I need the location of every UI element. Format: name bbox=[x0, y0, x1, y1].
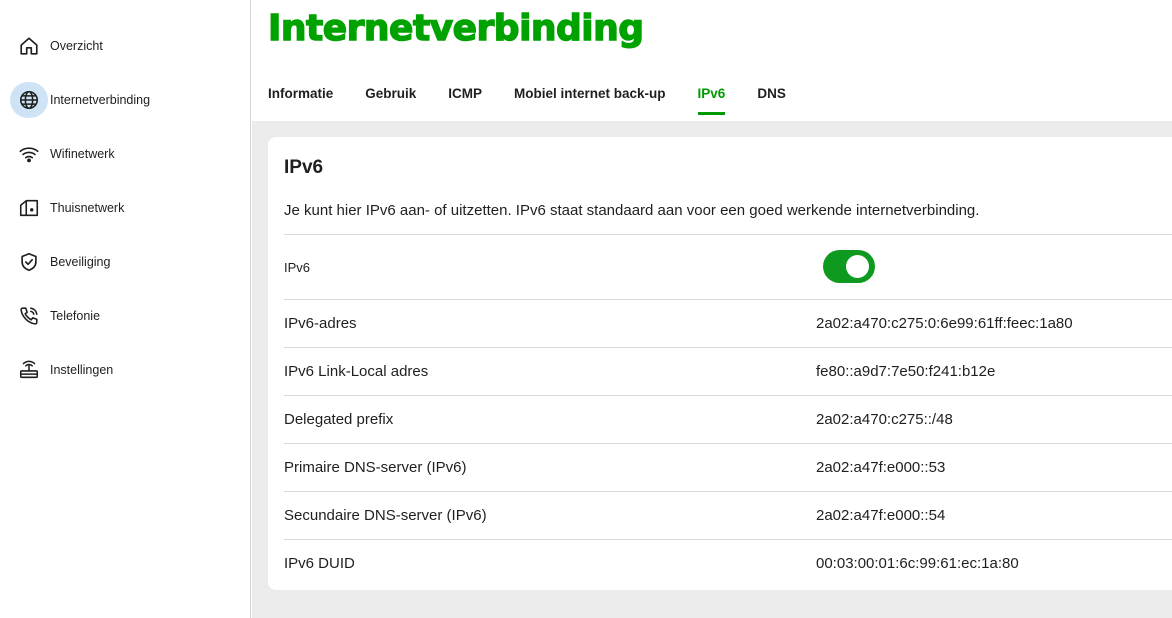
info-row-delegated-prefix: Delegated prefix 2a02:a470:c275::/48 bbox=[284, 395, 1172, 443]
sidebar-item-wifinetwerk[interactable]: Wifinetwerk bbox=[10, 136, 115, 172]
sidebar-item-overzicht[interactable]: Overzicht bbox=[10, 28, 103, 64]
shield-check-icon bbox=[10, 244, 48, 280]
info-row-secondary-dns: Secundaire DNS-server (IPv6) 2a02:a47f:e… bbox=[284, 491, 1172, 539]
tab-dns[interactable]: DNS bbox=[757, 86, 786, 115]
sidebar-item-label: Beveiliging bbox=[50, 255, 111, 269]
sidebar-item-internetverbinding[interactable]: Internetverbinding bbox=[10, 82, 150, 118]
wifi-icon bbox=[10, 136, 48, 172]
ipv6-info-list: IPv6 IPv6-adres 2a02:a470:c275:0:6e99:61… bbox=[284, 234, 1172, 587]
house-network-icon bbox=[10, 190, 48, 226]
tab-bar: Informatie Gebruik ICMP Mobiel internet … bbox=[268, 86, 818, 115]
info-label: IPv6 DUID bbox=[284, 555, 355, 572]
info-row-link-local: IPv6 Link-Local adres fe80::a9d7:7e50:f2… bbox=[284, 347, 1172, 395]
info-row-ipv6-adres: IPv6-adres 2a02:a470:c275:0:6e99:61ff:fe… bbox=[284, 299, 1172, 347]
info-value: 00:03:00:01:6c:99:61:ec:1a:80 bbox=[816, 555, 1019, 572]
tab-ipv6[interactable]: IPv6 bbox=[697, 86, 725, 115]
sidebar-item-telefonie[interactable]: Telefonie bbox=[10, 298, 100, 334]
card-title: IPv6 bbox=[284, 157, 324, 178]
tab-gebruik[interactable]: Gebruik bbox=[365, 86, 416, 115]
ipv6-toggle-row: IPv6 bbox=[284, 234, 1172, 299]
phone-icon bbox=[10, 298, 48, 334]
info-value: 2a02:a470:c275::/48 bbox=[816, 411, 953, 428]
info-label: IPv6-adres bbox=[284, 315, 357, 332]
info-value: 2a02:a47f:e000::53 bbox=[816, 459, 946, 476]
sidebar-item-thuisnetwerk[interactable]: Thuisnetwerk bbox=[10, 190, 124, 226]
info-value: 2a02:a470:c275:0:6e99:61ff:feec:1a80 bbox=[816, 315, 1073, 332]
info-value: 2a02:a47f:e000::54 bbox=[816, 507, 946, 524]
page-header: Internetverbinding Informatie Gebruik IC… bbox=[252, 0, 1172, 121]
globe-icon bbox=[10, 82, 48, 118]
sidebar-item-label: Overzicht bbox=[50, 39, 103, 53]
info-row-primary-dns: Primaire DNS-server (IPv6) 2a02:a47f:e00… bbox=[284, 443, 1172, 491]
router-icon bbox=[10, 352, 48, 388]
home-icon bbox=[10, 28, 48, 64]
tab-informatie[interactable]: Informatie bbox=[268, 86, 333, 115]
sidebar-item-label: Telefonie bbox=[50, 309, 101, 323]
ipv6-card: IPv6 Je kunt hier IPv6 aan- of uitzetten… bbox=[268, 137, 1172, 590]
info-value: fe80::a9d7:7e50:f241:b12e bbox=[816, 363, 996, 380]
page-title: Internetverbinding bbox=[267, 7, 644, 49]
tab-mobiel-internet-back-up[interactable]: Mobiel internet back-up bbox=[514, 86, 666, 115]
toggle-knob bbox=[846, 255, 869, 278]
info-label: Delegated prefix bbox=[284, 411, 394, 428]
main-content: Internetverbinding Informatie Gebruik IC… bbox=[252, 0, 1172, 618]
sidebar-item-beveiliging[interactable]: Beveiliging bbox=[10, 244, 110, 280]
info-label: Primaire DNS-server (IPv6) bbox=[284, 459, 467, 476]
info-row-duid: IPv6 DUID 00:03:00:01:6c:99:61:ec:1a:80 bbox=[284, 539, 1172, 587]
tab-icmp[interactable]: ICMP bbox=[448, 86, 482, 115]
sidebar: Overzicht Internetverbinding Wifinetwerk… bbox=[0, 0, 251, 618]
sidebar-item-instellingen[interactable]: Instellingen bbox=[10, 352, 113, 388]
info-label: Secundaire DNS-server (IPv6) bbox=[284, 507, 487, 524]
sidebar-item-label: Wifinetwerk bbox=[50, 147, 115, 161]
card-description: Je kunt hier IPv6 aan- of uitzetten. IPv… bbox=[284, 202, 980, 219]
sidebar-item-label: Thuisnetwerk bbox=[50, 201, 125, 215]
ipv6-toggle-switch[interactable] bbox=[823, 250, 875, 283]
sidebar-item-label: Internetverbinding bbox=[50, 93, 151, 107]
sidebar-item-label: Instellingen bbox=[50, 363, 114, 377]
ipv6-toggle-label: IPv6 bbox=[284, 259, 311, 275]
info-label: IPv6 Link-Local adres bbox=[284, 363, 429, 380]
